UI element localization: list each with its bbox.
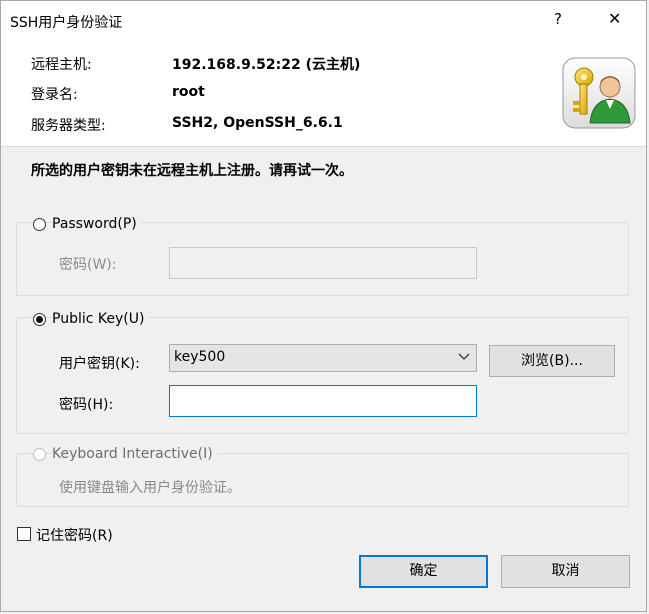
password-field-label: 密码(W):	[59, 257, 117, 273]
server-type-value: SSH2, OpenSSH_6.6.1	[172, 115, 343, 131]
keyboard-description: 使用键盘输入用户身份验证。	[59, 480, 241, 496]
help-button[interactable]: ?	[554, 10, 562, 28]
user-key-select[interactable]: key500	[169, 344, 477, 372]
publickey-radio[interactable]	[33, 313, 46, 326]
host-label: 远程主机:	[31, 57, 92, 73]
chevron-down-icon	[458, 347, 470, 371]
remember-checkbox[interactable]	[17, 527, 31, 541]
password-field	[169, 247, 477, 279]
password-radio[interactable]	[33, 218, 46, 231]
keyboard-radio[interactable]	[33, 448, 46, 461]
close-button[interactable]: ✕	[608, 9, 621, 28]
login-value: root	[172, 84, 205, 100]
browse-button[interactable]: 浏览(B)...	[489, 345, 615, 377]
user-key-label: 用户密钥(K):	[59, 356, 140, 372]
host-value: 192.168.9.52:22 (云主机)	[172, 57, 361, 73]
login-label: 登录名:	[31, 87, 78, 103]
remember-label[interactable]: 记住密码(R)	[36, 525, 113, 545]
header-divider	[0, 146, 648, 147]
server-type-label: 服务器类型:	[31, 118, 106, 134]
passphrase-field[interactable]	[169, 385, 477, 417]
window-title: SSH用户身份验证	[10, 15, 123, 31]
status-message: 所选的用户密钥未在远程主机上注册。请再试一次。	[31, 163, 353, 179]
keyboard-radio-label[interactable]: Keyboard Interactive(I)	[52, 446, 217, 462]
password-radio-label[interactable]: Password(P)	[52, 216, 141, 232]
cancel-button[interactable]: 取消	[501, 555, 630, 588]
passphrase-label: 密码(H):	[59, 397, 114, 413]
publickey-radio-label[interactable]: Public Key(U)	[52, 311, 149, 327]
user-key-icon	[562, 57, 636, 129]
ok-button[interactable]: 确定	[359, 555, 488, 588]
user-key-value: key500	[174, 349, 226, 365]
